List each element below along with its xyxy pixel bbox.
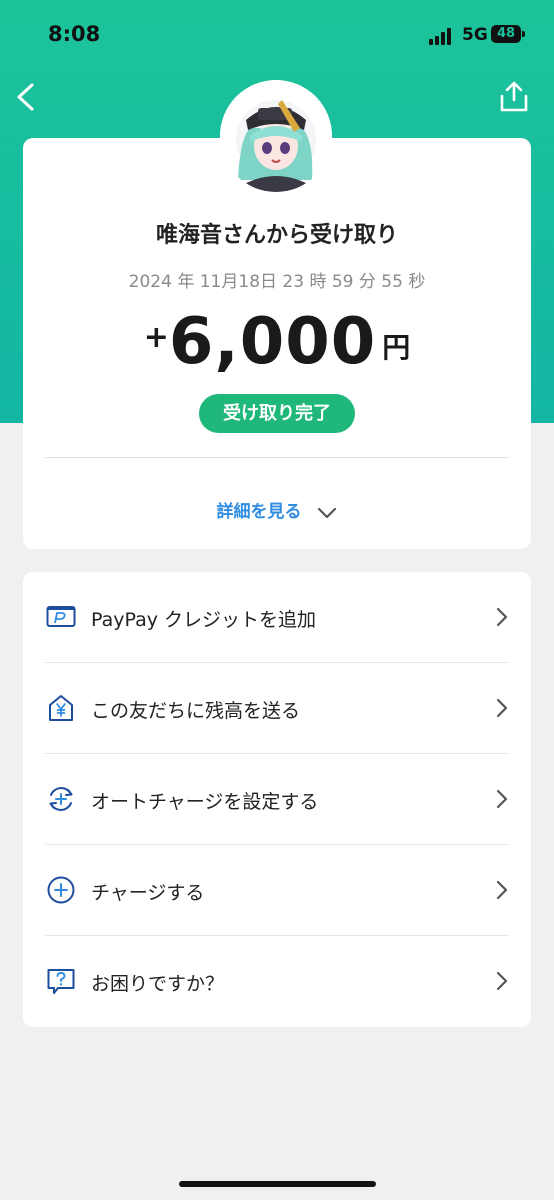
- chevron-right-icon: [496, 880, 508, 900]
- battery-icon: 48: [491, 25, 521, 43]
- home-indicator[interactable]: [179, 1181, 376, 1187]
- transaction-title: 唯海音さんから受け取り: [155, 223, 398, 248]
- share-button[interactable]: [498, 80, 530, 114]
- status-time: 8:08: [48, 22, 101, 46]
- status-bar: 8:08 5G 48: [0, 0, 554, 70]
- card-divider: [45, 457, 509, 458]
- currency-unit: 円: [382, 331, 411, 364]
- chevron-right-icon: [496, 971, 508, 991]
- transaction-datetime: 2024 年 11月18日 23 時 59 分 55 秒: [128, 272, 426, 292]
- view-details-label: 詳細を見る: [216, 502, 302, 522]
- action-menu: PayPay クレジットを追加 この友だちに残高を送る オートチャージを設定する: [23, 572, 531, 1027]
- menu-item-label: チャージする: [91, 882, 205, 904]
- signal-icon: [429, 27, 457, 45]
- menu-item-auto-charge[interactable]: オートチャージを設定する: [23, 754, 531, 845]
- back-button[interactable]: [10, 80, 44, 114]
- battery-nub: [522, 31, 525, 37]
- sender-avatar[interactable]: [220, 80, 332, 192]
- amount-value: 6,000: [168, 305, 377, 379]
- yen-house-icon: [49, 695, 73, 721]
- menu-item-label: PayPay クレジットを追加: [91, 609, 317, 631]
- menu-item-label: この友だちに残高を送る: [91, 700, 301, 722]
- view-details-button[interactable]: 詳細を見る: [0, 497, 554, 522]
- chevron-right-icon: [496, 698, 508, 718]
- menu-item-send-balance[interactable]: この友だちに残高を送る: [23, 663, 531, 754]
- chevron-right-icon: [496, 607, 508, 627]
- chevron-down-icon: [318, 507, 337, 519]
- amount-sign: +: [143, 320, 169, 355]
- menu-item-label: お困りですか？: [91, 973, 225, 995]
- status-badge: 受け取り完了: [199, 394, 355, 433]
- menu-item-add-paypay-credit[interactable]: PayPay クレジットを追加: [23, 572, 531, 663]
- chevron-left-icon: [17, 83, 34, 111]
- menu-item-charge[interactable]: チャージする: [23, 845, 531, 936]
- chevron-right-icon: [496, 789, 508, 809]
- question-bubble-icon: [47, 969, 75, 994]
- amount-display: +6,000 円: [0, 305, 554, 379]
- paypay-card-icon: [46, 606, 76, 627]
- network-type: 5G: [462, 25, 488, 45]
- auto-charge-icon: [49, 787, 73, 811]
- plus-circle-icon: [47, 876, 75, 904]
- share-icon: [500, 81, 528, 112]
- avatar-image: [220, 80, 332, 192]
- menu-item-label: オートチャージを設定する: [91, 791, 319, 813]
- menu-item-help[interactable]: お困りですか？: [23, 936, 531, 1027]
